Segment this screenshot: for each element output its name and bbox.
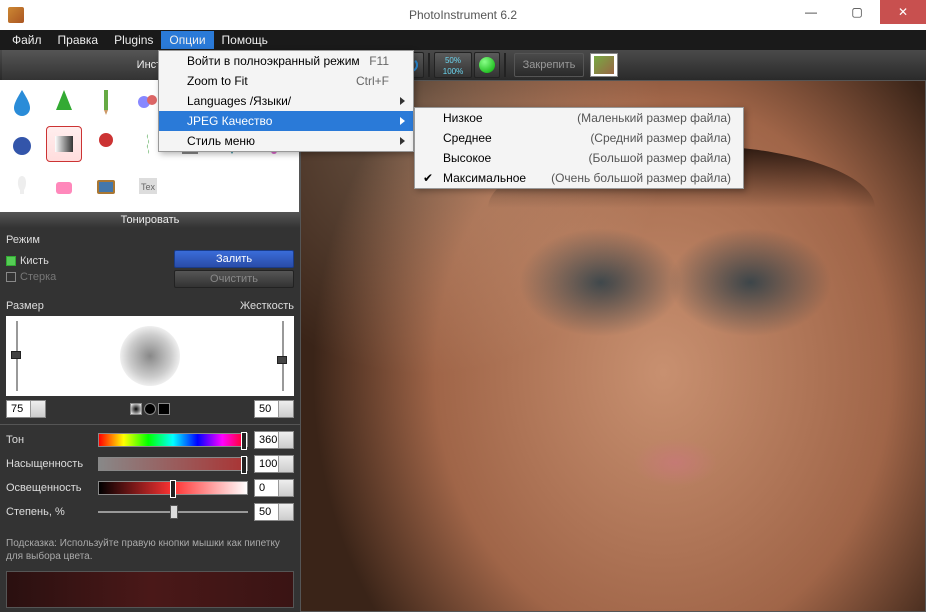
brush-panel: Размер Жесткость 75 50	[0, 294, 300, 424]
app-icon	[8, 7, 24, 23]
menu-zoom-fit[interactable]: Zoom to FitCtrl+F	[159, 71, 413, 91]
chevron-right-icon	[400, 137, 405, 145]
saturation-label: Насыщенность	[6, 458, 92, 470]
titlebar: PhotoInstrument 6.2 — ▢ ✕	[0, 0, 926, 30]
menu-style[interactable]: Стиль меню	[159, 131, 413, 151]
hint-text: Подсказка: Используйте правую кнопки мыш…	[0, 533, 300, 567]
options-menu: Войти в полноэкранный режимF11 Zoom to F…	[158, 50, 414, 152]
hard-round-option[interactable]	[144, 403, 156, 415]
hardness-slider[interactable]	[276, 321, 290, 391]
separator	[428, 53, 430, 77]
menu-file[interactable]: Файл	[4, 31, 50, 49]
drop-icon	[10, 88, 34, 116]
clear-button[interactable]: Очистить	[174, 270, 294, 288]
tool-text[interactable]: Tex	[130, 168, 166, 204]
check-icon: ✔	[423, 171, 433, 185]
bulb-icon	[10, 172, 34, 200]
fit-button[interactable]	[474, 52, 500, 78]
brush-radio-label: Кисть	[20, 255, 49, 267]
tool-eraser[interactable]	[46, 168, 82, 204]
quality-max[interactable]: ✔Максимальное(Очень большой размер файла…	[415, 168, 743, 188]
menu-help[interactable]: Помощь	[214, 31, 276, 49]
window-controls: — ▢ ✕	[788, 0, 926, 24]
chevron-right-icon	[400, 117, 405, 125]
tree-icon	[52, 88, 76, 116]
lightness-input[interactable]: 0	[254, 479, 294, 497]
zoom-indicator[interactable]: 50%100%	[434, 52, 472, 78]
hue-label: Тон	[6, 434, 92, 446]
saturation-input[interactable]: 100	[254, 455, 294, 473]
cone-icon	[94, 130, 118, 158]
lightness-slider[interactable]	[98, 481, 248, 495]
tool-gradient[interactable]	[46, 126, 82, 162]
soft-round-option[interactable]	[130, 403, 142, 415]
color-preview	[6, 571, 294, 608]
tool-tv[interactable]	[88, 168, 124, 204]
sidebar: Tex Тонировать Режим Кисть Стерка Залить	[0, 80, 300, 612]
pencil-icon	[94, 88, 118, 116]
toolbar: Инстр 50%100% Закрепить	[0, 50, 926, 80]
menu-options[interactable]: Опции	[161, 31, 213, 49]
amount-slider[interactable]	[98, 505, 248, 519]
size-input[interactable]: 75	[6, 400, 46, 418]
effect-panel-title: Тонировать	[0, 212, 300, 228]
brush-shape-picker	[130, 403, 170, 415]
menu-edit[interactable]: Правка	[50, 31, 107, 49]
tool-sphere[interactable]	[4, 126, 40, 162]
fill-button[interactable]: Залить	[174, 250, 294, 268]
close-button[interactable]: ✕	[880, 0, 926, 24]
gradient-icon	[52, 130, 76, 158]
app-title: PhotoInstrument 6.2	[409, 8, 517, 22]
menu-fullscreen[interactable]: Войти в полноэкранный режимF11	[159, 51, 413, 71]
pin-button[interactable]: Закрепить	[514, 53, 584, 77]
brush-radio[interactable]	[6, 256, 16, 266]
hue-slider[interactable]	[98, 433, 248, 447]
text-icon: Tex	[136, 172, 160, 200]
tool-cone[interactable]	[88, 126, 124, 162]
menubar: Файл Правка Plugins Опции Помощь	[0, 30, 926, 50]
jpeg-quality-submenu: Низкое(Маленький размер файла) Среднее(С…	[414, 107, 744, 189]
lightness-label: Освещенность	[6, 482, 92, 494]
erase-radio-label: Стерка	[20, 271, 56, 283]
mode-header: Режим	[6, 234, 294, 246]
saturation-slider[interactable]	[98, 457, 248, 471]
menu-jpeg-quality[interactable]: JPEG Качество	[159, 111, 413, 131]
balls-icon	[136, 88, 160, 116]
separator	[504, 53, 506, 77]
quality-medium[interactable]: Среднее(Средний размер файла)	[415, 128, 743, 148]
quality-low[interactable]: Низкое(Маленький размер файла)	[415, 108, 743, 128]
menu-languages[interactable]: Languages /Языки/	[159, 91, 413, 111]
square-option[interactable]	[158, 403, 170, 415]
sphere-icon	[10, 130, 34, 158]
eraser-icon	[52, 172, 76, 200]
coil-icon	[136, 130, 160, 158]
amount-input[interactable]: 50	[254, 503, 294, 521]
erase-radio[interactable]	[6, 272, 16, 282]
green-ball-icon	[479, 57, 495, 73]
maximize-button[interactable]: ▢	[834, 0, 880, 24]
image-thumbnail[interactable]	[590, 53, 618, 77]
svg-text:Tex: Tex	[141, 182, 156, 192]
tv-icon	[94, 172, 118, 200]
tool-drop[interactable]	[4, 84, 40, 120]
quality-high[interactable]: Высокое(Большой размер файла)	[415, 148, 743, 168]
tool-bulb[interactable]	[4, 168, 40, 204]
size-label: Размер	[6, 300, 44, 312]
color-sliders: Тон 360 Насыщенность 100 Освещенность 0 …	[0, 425, 300, 533]
amount-label: Степень, %	[6, 506, 92, 518]
tool-pencil[interactable]	[88, 84, 124, 120]
chevron-right-icon	[400, 97, 405, 105]
hardness-input[interactable]: 50	[254, 400, 294, 418]
tool-tree[interactable]	[46, 84, 82, 120]
thumbnail-icon	[594, 56, 614, 74]
menu-plugins[interactable]: Plugins	[106, 31, 161, 49]
hardness-label: Жесткость	[240, 300, 294, 312]
brush-preview-icon	[120, 326, 180, 386]
size-slider[interactable]	[10, 321, 24, 391]
hue-input[interactable]: 360	[254, 431, 294, 449]
mode-panel: Режим Кисть Стерка Залить Очистить	[0, 228, 300, 294]
brush-preview-area	[6, 316, 294, 396]
minimize-button[interactable]: —	[788, 0, 834, 24]
